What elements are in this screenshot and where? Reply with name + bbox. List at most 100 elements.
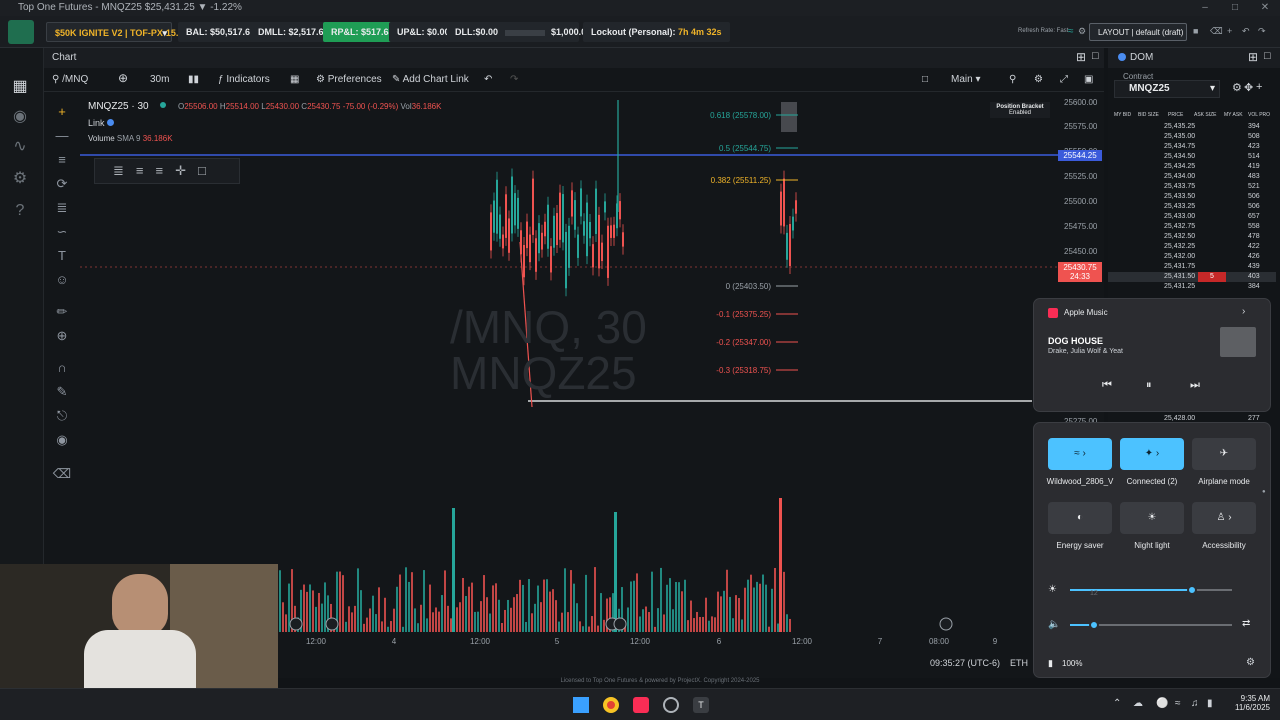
dom-row[interactable]: 25,435.00 508 xyxy=(1108,132,1276,142)
close-dom-panel-icon[interactable]: □ xyxy=(1264,50,1271,62)
dom-row[interactable]: 25,433.25 506 xyxy=(1108,202,1276,212)
dom-row[interactable]: 25,432.75 558 xyxy=(1108,222,1276,232)
dom-row[interactable]: 25,433.50 506 xyxy=(1108,192,1276,202)
volume-slider[interactable] xyxy=(1070,620,1232,630)
tray-overflow-icon[interactable]: ⌃ xyxy=(1113,698,1121,709)
dom-settings-icon[interactable]: ⚙ xyxy=(1232,81,1242,94)
contract-select[interactable]: MNQZ25 ▾ xyxy=(1114,80,1220,98)
symbol-search[interactable]: ⚲ /MNQ xyxy=(52,74,88,85)
dom-ladder[interactable]: 25,435.25 394 25,435.00 508 25,434.75 423 25,4… xyxy=(1108,122,1280,302)
network-icon[interactable]: ≈ xyxy=(1175,698,1181,709)
dom-center-icon[interactable]: ✥ xyxy=(1244,81,1253,94)
add-dom-panel-icon[interactable]: ⊞ xyxy=(1248,50,1258,64)
magnet-icon[interactable]: ∩ xyxy=(52,360,72,378)
dom-row[interactable]: 25,434.00 483 xyxy=(1108,172,1276,182)
pause-icon[interactable]: ⏸ xyxy=(1146,379,1152,392)
volume-thumb[interactable] xyxy=(1089,620,1100,630)
trade-icon[interactable]: ▦ xyxy=(9,76,31,98)
brush-icon[interactable]: ∽ xyxy=(52,224,72,242)
cloud-icon[interactable]: ☁ xyxy=(1133,698,1143,709)
audio-output-icon[interactable]: ⇄ xyxy=(1242,618,1250,629)
tray-clock[interactable]: 9:35 AM 11/6/2025 xyxy=(1222,694,1270,712)
dom-row[interactable]: 25,434.50 514 xyxy=(1108,152,1276,162)
energy-saver-toggle[interactable]: ◐ xyxy=(1048,502,1112,534)
accessibility-toggle[interactable]: ♙ › xyxy=(1192,502,1256,534)
add-panel-icon[interactable]: ⊞ xyxy=(1076,50,1086,64)
media-next-app-icon[interactable]: › xyxy=(1242,306,1245,317)
redo-icon[interactable]: ↷ xyxy=(1258,26,1266,37)
battery-tray-icon[interactable]: ▮ xyxy=(1207,698,1213,709)
chart-tab[interactable]: Chart xyxy=(52,52,76,63)
dom-row[interactable]: 25,435.25 394 xyxy=(1108,122,1276,132)
microphone-icon[interactable]: ⚪ xyxy=(1156,698,1168,709)
horizontal-lines-icon[interactable]: ≡ xyxy=(52,152,72,170)
zoom-icon[interactable]: ⚲ xyxy=(1009,74,1016,85)
dom-row[interactable]: 25,431.25 384 xyxy=(1108,282,1276,292)
fullscreen-icon[interactable]: ⤢ xyxy=(1060,74,1068,85)
fib-icon[interactable]: ≣ xyxy=(52,200,72,218)
account-select[interactable]: $50K IGNITE V2 | TOF-PX-15... ▾ xyxy=(46,22,183,42)
dom-row[interactable]: 25,433.00 657 xyxy=(1108,212,1276,222)
camera-icon[interactable]: ▣ xyxy=(1084,74,1093,85)
settings-icon[interactable]: ⚙ xyxy=(9,168,31,190)
minimize-icon[interactable]: – xyxy=(1190,0,1220,16)
brightness-thumb[interactable] xyxy=(1186,585,1197,595)
maximize-icon[interactable]: □ xyxy=(1220,0,1250,16)
chart-type-icon[interactable]: ▮▮ xyxy=(188,74,199,85)
dom-add-icon[interactable]: + xyxy=(1256,81,1262,93)
templates-icon[interactable]: ▦ xyxy=(290,74,299,85)
airplane-toggle[interactable]: ✈ xyxy=(1192,438,1256,470)
chart-settings-icon[interactable]: ⚙ xyxy=(1034,74,1043,85)
interval-button[interactable]: 30m xyxy=(150,74,169,85)
zoom-in-icon[interactable]: ⊕ xyxy=(52,328,72,346)
fib-toolbar[interactable]: ≣≡≡✛□ xyxy=(94,158,240,184)
lock-icon[interactable]: ⎋ xyxy=(52,408,72,426)
clock-app-icon[interactable] xyxy=(663,697,679,713)
ruler-icon[interactable]: ✏ xyxy=(52,304,72,322)
add-icon[interactable]: + xyxy=(1227,26,1232,36)
speaker-icon[interactable]: ♫ xyxy=(1191,698,1199,709)
trash-icon[interactable]: ⌫ xyxy=(1210,26,1223,37)
dom-row[interactable]: 25,431.75 439 xyxy=(1108,262,1276,272)
dom-row[interactable]: 25,432.00 426 xyxy=(1108,252,1276,262)
wifi-toggle[interactable]: ≈ › xyxy=(1048,438,1112,470)
save-icon[interactable]: ■ xyxy=(1193,26,1198,36)
crosshair-icon[interactable]: + xyxy=(52,104,72,122)
windows-start-icon[interactable] xyxy=(573,697,589,713)
dom-ask-size[interactable]: 5 xyxy=(1198,272,1226,282)
bluetooth-toggle[interactable]: ✦ › xyxy=(1120,438,1184,470)
emoji-icon[interactable]: ☺ xyxy=(52,272,72,290)
dom-row[interactable]: 25,432.25 422 xyxy=(1108,242,1276,252)
close-icon[interactable]: ✕ xyxy=(1250,0,1280,16)
indicators-button[interactable]: ƒ Indicators xyxy=(218,74,270,85)
trendline-icon[interactable]: — xyxy=(52,128,72,146)
position-bracket-badge[interactable]: Position Bracket Enabled xyxy=(990,102,1050,118)
settings-gear-icon[interactable]: ⚙ xyxy=(1078,26,1086,37)
pitchfork-icon[interactable]: ⟳ xyxy=(52,176,72,194)
chrome-icon[interactable] xyxy=(603,697,619,713)
dom-row[interactable]: 25,434.25 419 xyxy=(1108,162,1276,172)
layout-select[interactable]: LAYOUT | default (draft) xyxy=(1089,23,1187,41)
dom-row[interactable]: 25,432.50 478 xyxy=(1108,232,1276,242)
delete-icon[interactable]: ⌫ xyxy=(52,466,72,484)
add-symbol-icon[interactable]: ⊕ xyxy=(118,71,128,85)
redo-chart-icon[interactable]: ↷ xyxy=(510,74,518,85)
help-icon[interactable]: ? xyxy=(9,200,31,222)
next-track-icon[interactable]: ⏭ xyxy=(1190,379,1200,392)
eye-icon[interactable]: ◉ xyxy=(52,432,72,450)
dom-row[interactable]: 25,431.50 403 5 xyxy=(1108,272,1276,282)
page-dots-icon[interactable]: ● xyxy=(1262,489,1266,495)
music-app-icon[interactable] xyxy=(633,697,649,713)
night-light-toggle[interactable]: ☀ xyxy=(1120,502,1184,534)
undo-chart-icon[interactable]: ↶ xyxy=(484,74,492,85)
text-tool-icon[interactable]: T xyxy=(52,248,72,266)
main-select[interactable]: Main ▾ xyxy=(951,74,981,85)
previous-track-icon[interactable]: ⏮ xyxy=(1102,379,1112,392)
pencil-lock-icon[interactable]: ✎ xyxy=(52,384,72,402)
add-chart-link-button[interactable]: ✎ Add Chart Link xyxy=(392,74,469,85)
dom-tab[interactable]: DOM xyxy=(1130,52,1153,63)
preferences-button[interactable]: ⚙ Preferences xyxy=(316,74,382,85)
stats-icon[interactable]: ∿ xyxy=(9,136,31,158)
undo-icon[interactable]: ↶ xyxy=(1242,26,1250,37)
close-panel-icon[interactable]: □ xyxy=(1092,50,1099,62)
